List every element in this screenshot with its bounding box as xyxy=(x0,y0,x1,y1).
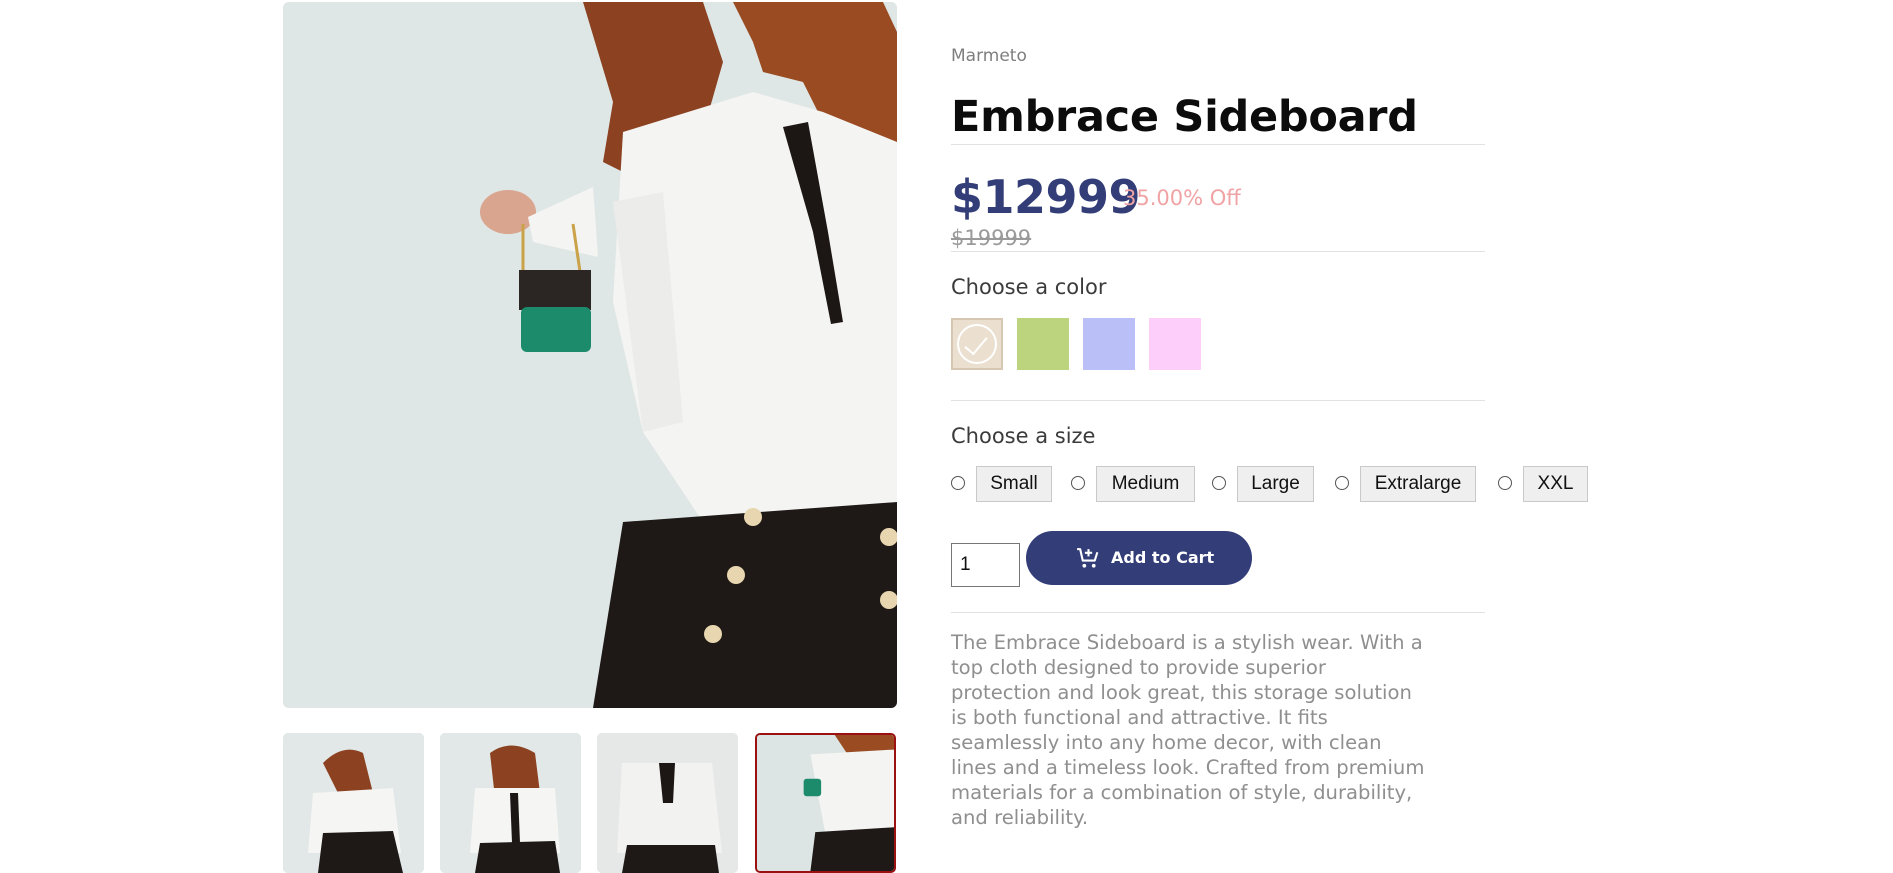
thumbnail-strip xyxy=(283,733,897,873)
size-label: Choose a size xyxy=(951,424,1096,448)
divider xyxy=(951,251,1485,252)
thumbnail-2[interactable] xyxy=(440,733,581,873)
color-label: Choose a color xyxy=(951,275,1107,299)
color-swatch-pink[interactable] xyxy=(1149,318,1201,370)
size-radio-xxl[interactable] xyxy=(1498,476,1512,490)
thumbnail-3[interactable] xyxy=(597,733,738,873)
thumbnail-1[interactable] xyxy=(283,733,424,873)
product-photo xyxy=(283,2,897,708)
size-option-medium: Medium xyxy=(1071,466,1196,502)
size-button-small[interactable]: Small xyxy=(976,466,1052,502)
product-price: $12999 xyxy=(951,170,1141,224)
size-options: Small Medium Large Extralarge XXL xyxy=(951,466,1611,506)
discount-badge: 35.00% Off xyxy=(1123,186,1241,210)
thumbnail-image xyxy=(283,733,424,873)
main-product-image xyxy=(283,2,897,708)
color-swatch-lavender[interactable] xyxy=(1083,318,1135,370)
check-icon xyxy=(957,324,997,364)
thumbnail-image xyxy=(757,735,894,871)
product-description: The Embrace Sideboard is a stylish wear.… xyxy=(951,631,1425,829)
divider xyxy=(951,612,1485,613)
add-to-cart-icon xyxy=(1077,548,1099,568)
thumbnail-image xyxy=(440,733,581,873)
color-swatch-beige[interactable] xyxy=(951,318,1003,370)
size-radio-small[interactable] xyxy=(951,476,965,490)
color-swatch-green[interactable] xyxy=(1017,318,1069,370)
divider xyxy=(951,400,1485,401)
thumbnail-image xyxy=(597,733,738,873)
size-radio-extralarge[interactable] xyxy=(1335,476,1349,490)
size-option-large: Large xyxy=(1212,466,1322,502)
size-radio-medium[interactable] xyxy=(1071,476,1085,490)
add-to-cart-button[interactable]: Add to Cart xyxy=(1026,531,1252,585)
divider xyxy=(951,144,1485,145)
product-details: Marmeto Embrace Sideboard $12999 35.00% … xyxy=(951,0,1611,867)
quantity-input[interactable] xyxy=(951,543,1020,587)
size-button-large[interactable]: Large xyxy=(1237,466,1314,502)
brand-name: Marmeto xyxy=(951,46,1027,66)
size-option-xxl: XXL xyxy=(1498,466,1588,502)
size-button-xxl[interactable]: XXL xyxy=(1523,466,1588,502)
size-button-extralarge[interactable]: Extralarge xyxy=(1360,466,1476,502)
size-radio-large[interactable] xyxy=(1212,476,1226,490)
color-swatches xyxy=(951,318,1211,371)
add-to-cart-label: Add to Cart xyxy=(1111,548,1215,567)
product-title: Embrace Sideboard xyxy=(951,92,1418,142)
compare-price: $19999 xyxy=(951,226,1032,250)
size-button-medium[interactable]: Medium xyxy=(1096,466,1195,502)
size-option-small: Small xyxy=(951,466,1055,502)
thumbnail-4[interactable] xyxy=(755,733,896,873)
size-option-extralarge: Extralarge xyxy=(1335,466,1477,502)
